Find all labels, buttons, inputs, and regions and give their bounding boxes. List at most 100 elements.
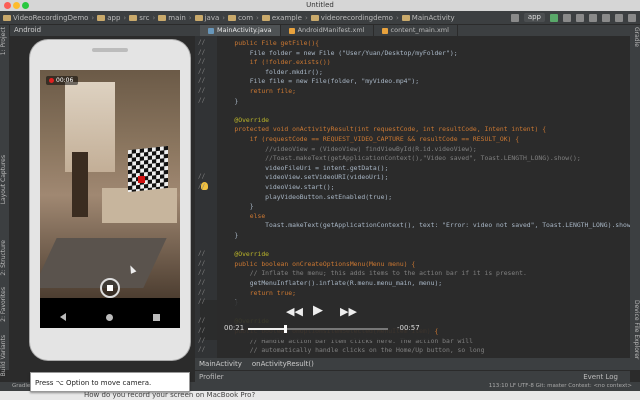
- folder-icon: [129, 14, 138, 21]
- editor-tab-1[interactable]: AndroidManifest.xml: [281, 25, 374, 36]
- code-breadcrumb: MainActivity onActivityResult(): [195, 358, 630, 370]
- nav-crumb-label: MainActivity: [411, 13, 455, 22]
- minimize-window-button[interactable]: [13, 2, 20, 9]
- emulator-phone: 00:06: [30, 40, 190, 360]
- line-comment-marker: //: [198, 67, 206, 75]
- overview-icon[interactable]: [153, 313, 160, 321]
- code-line: Toast.makeText(getApplicationContext(), …: [219, 221, 630, 230]
- code-line: getMenuInflater().inflate(R.menu.menu_ma…: [219, 279, 443, 287]
- room-red-marker: [138, 176, 145, 183]
- close-window-button[interactable]: [4, 2, 11, 9]
- folder-icon: [401, 14, 410, 21]
- folder-icon: [310, 14, 319, 21]
- editor-tab-label: MainActivity.java: [217, 26, 272, 34]
- nav-crumb-6[interactable]: example: [261, 13, 302, 22]
- zoom-window-button[interactable]: [22, 2, 29, 9]
- code-line: protected void onActivityResult(int requ…: [219, 125, 547, 134]
- file-icon: [288, 27, 295, 34]
- recording-indicator: 00:06: [46, 76, 78, 85]
- code-line: return true;: [219, 288, 296, 297]
- editor-tab-2[interactable]: content_main.xml: [374, 25, 458, 36]
- code-line: }: [219, 202, 254, 211]
- nav-crumb-4[interactable]: java: [194, 14, 219, 22]
- hammer-icon[interactable]: [510, 13, 519, 22]
- project-view-header: Android: [10, 25, 200, 36]
- emulator-screen[interactable]: 00:06: [40, 70, 180, 328]
- search-icon[interactable]: [628, 13, 636, 22]
- folder-icon: [194, 14, 203, 21]
- nav-crumb-7[interactable]: videorecordingdemo: [310, 14, 393, 22]
- editor-tab-label: content_main.xml: [390, 26, 449, 34]
- code-line: if (requestCode == REQUEST_VIDEO_CAPTURE…: [219, 135, 520, 143]
- camera-preview: 00:06: [40, 70, 180, 298]
- code-line: }: [219, 231, 239, 239]
- editor-tab-label: AndroidManifest.xml: [297, 26, 365, 34]
- chevron-right-icon: ›: [123, 13, 127, 22]
- toolbar-icons: app: [510, 13, 636, 22]
- debug-icon[interactable]: [563, 13, 571, 22]
- room-shelf: [72, 152, 88, 217]
- code-line: public boolean onCreateOptionsMenu(Menu …: [219, 259, 416, 268]
- profile-icon[interactable]: [576, 13, 584, 22]
- line-comment-marker: //: [198, 58, 206, 66]
- nav-crumb-label: app: [107, 13, 121, 22]
- left-tool-tab-1[interactable]: Layout Captures: [0, 155, 10, 204]
- code-line: // Inflate the menu; this adds items to …: [219, 269, 527, 278]
- left-tool-tab-3[interactable]: 2: Favorites: [0, 287, 10, 322]
- video-player-controls: ◀◀ ▶ ▶▶ 00:21 -00:57: [200, 300, 430, 340]
- nav-crumb-label: VideoRecordingDemo: [13, 13, 89, 22]
- sdk-manager-icon[interactable]: [615, 13, 623, 22]
- line-comment-marker: //: [198, 183, 206, 190]
- play-icon[interactable]: ▶: [313, 303, 323, 318]
- back-icon[interactable]: [60, 313, 66, 321]
- stop-icon: [107, 285, 113, 291]
- code-line: @Override: [219, 115, 270, 124]
- nav-crumb-label: com: [238, 13, 254, 22]
- code-line: videoView.start();: [219, 183, 335, 191]
- chevron-right-icon: ›: [256, 13, 259, 22]
- home-icon[interactable]: [106, 313, 113, 321]
- nav-crumb-2[interactable]: src: [129, 14, 149, 22]
- line-comment-marker: //: [198, 288, 206, 296]
- code-line: @Override: [219, 250, 270, 259]
- breadcrumb-method[interactable]: onActivityResult(): [252, 358, 314, 370]
- chevron-right-icon: ›: [222, 13, 226, 22]
- code-line: playVideoButton.setEnabled(true);: [219, 192, 393, 201]
- code-line: videoFileUri = intent.getData();: [219, 163, 389, 172]
- left-tool-tab-0[interactable]: 1: Project: [0, 27, 10, 55]
- line-comment-marker: //: [198, 259, 206, 267]
- nav-crumb-5[interactable]: com: [228, 14, 253, 22]
- video-scrubber-knob[interactable]: [284, 325, 288, 333]
- rewind-icon[interactable]: ◀◀: [286, 305, 303, 318]
- editor-tab-0[interactable]: MainActivity.java: [200, 25, 281, 36]
- line-comment-marker: //: [198, 39, 206, 46]
- line-comment-marker: //: [198, 269, 206, 277]
- nav-crumb-8[interactable]: MainActivity: [401, 13, 455, 22]
- nav-crumb-0[interactable]: VideoRecordingDemo: [3, 14, 88, 22]
- right-tool-tab-1[interactable]: Device File Explorer: [630, 300, 640, 359]
- right-tool-tab-0[interactable]: Gradle: [630, 27, 640, 47]
- left-tool-strip: 1: Project Layout Captures 2: Structure 2: …: [0, 25, 10, 376]
- video-elapsed-time: 00:21: [224, 324, 245, 332]
- line-comment-marker: //: [198, 317, 206, 325]
- fast-forward-icon[interactable]: ▶▶: [340, 305, 357, 318]
- nav-crumb-3[interactable]: main: [158, 14, 186, 22]
- code-line: // automatically handle clicks on the Ho…: [219, 346, 485, 355]
- project-view-selector[interactable]: Android: [14, 25, 41, 36]
- run-icon[interactable]: [550, 13, 558, 22]
- nav-crumb-1[interactable]: app: [97, 14, 120, 22]
- breadcrumb-class[interactable]: MainActivity: [199, 358, 242, 370]
- left-tool-tab-2[interactable]: 2: Structure: [0, 240, 10, 276]
- profiler-tab[interactable]: Profiler: [199, 373, 224, 381]
- code-line: }: [219, 96, 239, 105]
- video-scrubber[interactable]: [248, 328, 388, 330]
- stop-record-button[interactable]: [100, 278, 120, 298]
- nav-crumb-label: example: [271, 13, 302, 22]
- code-line: File folder = new File ("User/Yuan/Deskt…: [219, 48, 458, 57]
- run-config-selector[interactable]: app: [523, 13, 545, 22]
- folder-icon: [3, 14, 11, 21]
- code-line: else: [219, 211, 266, 220]
- sync-icon[interactable]: [589, 13, 597, 22]
- avd-manager-icon[interactable]: [602, 13, 610, 22]
- left-tool-tab-4[interactable]: Build Variants: [0, 335, 10, 376]
